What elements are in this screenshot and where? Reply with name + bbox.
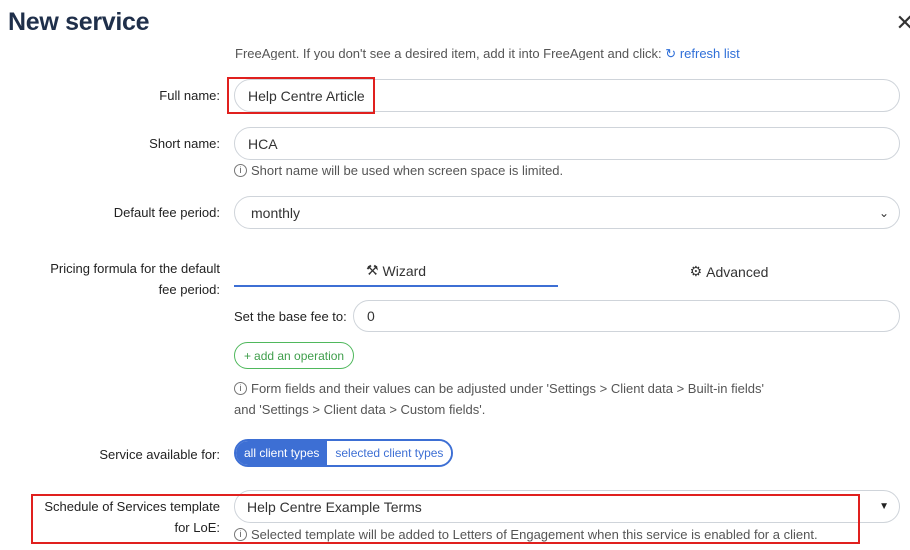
base-fee-value: 0 bbox=[367, 308, 375, 324]
pricing-label-line2: fee period: bbox=[158, 282, 220, 297]
close-icon[interactable]: ✕ bbox=[896, 10, 910, 36]
schedule-template-label: Schedule of Services template for LoE: bbox=[44, 496, 220, 538]
all-client-types-option[interactable]: all client types bbox=[236, 441, 328, 465]
fee-period-value: monthly bbox=[251, 204, 301, 221]
availability-label: Service available for: bbox=[99, 447, 220, 462]
form-note-line2: and 'Settings > Client data > Custom fie… bbox=[234, 402, 486, 417]
tab-advanced[interactable]: ⚙ Advanced bbox=[564, 256, 894, 287]
selected-client-types-option[interactable]: selected client types bbox=[327, 441, 452, 465]
client-type-toggle: all client types selected client types bbox=[234, 439, 454, 467]
form-fields-note: i Form fields and their values can be ad… bbox=[234, 378, 764, 420]
fee-period-label: Default fee period: bbox=[113, 205, 220, 220]
add-operation-button[interactable]: + add an operation bbox=[234, 342, 355, 369]
gears-icon: ⚙ bbox=[689, 263, 703, 279]
schedule-template-select[interactable]: Help Centre Example Terms ▼ bbox=[234, 490, 900, 523]
magic-wand-icon: ⚒ bbox=[365, 262, 379, 278]
dialog-title: New service bbox=[8, 8, 150, 36]
pricing-tabs: ⚒ Wizard ⚙ Advanced bbox=[234, 256, 900, 288]
full-name-value: Help Centre Article bbox=[248, 87, 365, 104]
tab-wizard-label: Wizard bbox=[382, 262, 427, 279]
schedule-template-hint: i Selected template will be added to Let… bbox=[234, 527, 818, 542]
short-name-input[interactable]: HCA bbox=[234, 127, 900, 160]
full-name-label: Full name: bbox=[159, 88, 220, 103]
short-name-label: Short name: bbox=[149, 136, 220, 151]
base-fee-input[interactable]: 0 bbox=[353, 300, 900, 332]
notice-text: FreeAgent. If you don't see a desired it… bbox=[235, 46, 662, 60]
full-name-input[interactable]: Help Centre Article bbox=[234, 79, 900, 112]
info-icon: i bbox=[234, 382, 247, 395]
schedule-label-line2: for LoE: bbox=[174, 520, 220, 535]
refresh-list-link[interactable]: ↻ refresh list bbox=[665, 46, 740, 60]
add-operation-label: add an operation bbox=[254, 348, 345, 363]
refresh-icon: ↻ bbox=[665, 46, 677, 60]
pricing-label-line1: Pricing formula for the default bbox=[50, 261, 220, 276]
tab-advanced-label: Advanced bbox=[706, 263, 769, 280]
short-name-hint-text: Short name will be used when screen spac… bbox=[251, 163, 564, 178]
info-icon: i bbox=[234, 528, 247, 541]
fee-period-select[interactable]: monthly ⌄ bbox=[234, 196, 900, 229]
schedule-hint-text: Selected template will be added to Lette… bbox=[251, 527, 818, 542]
info-icon: i bbox=[234, 164, 247, 177]
short-name-hint: i Short name will be used when screen sp… bbox=[234, 163, 563, 178]
chevron-down-icon: ⌄ bbox=[878, 205, 889, 220]
refresh-list-label: refresh list bbox=[679, 46, 740, 60]
schedule-template-value: Help Centre Example Terms bbox=[247, 498, 422, 515]
short-name-value: HCA bbox=[248, 135, 278, 152]
tab-wizard[interactable]: ⚒ Wizard bbox=[234, 256, 558, 287]
caret-down-icon: ▼ bbox=[879, 501, 889, 512]
plus-icon: + bbox=[244, 348, 252, 363]
pricing-formula-label: Pricing formula for the default fee peri… bbox=[50, 258, 220, 300]
freeagent-notice: FreeAgent. If you don't see a desired it… bbox=[235, 46, 740, 60]
form-note-line1: Form fields and their values can be adju… bbox=[251, 381, 764, 396]
base-fee-label: Set the base fee to: bbox=[234, 309, 347, 324]
schedule-label-line1: Schedule of Services template bbox=[44, 499, 220, 514]
